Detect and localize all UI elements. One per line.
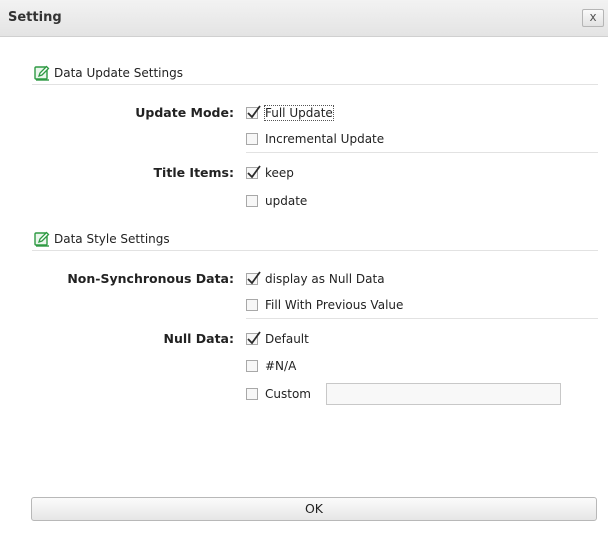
window-titlebar: Setting x	[0, 0, 608, 37]
row-divider	[246, 318, 598, 319]
section-title: Data Update Settings	[54, 66, 183, 80]
update-checkbox[interactable]: update	[246, 193, 307, 209]
default-checkbox[interactable]: Default	[246, 331, 309, 347]
checkbox-label: Full Update	[264, 105, 334, 121]
section-divider	[32, 84, 598, 85]
checkbox-label: Fill With Previous Value	[265, 298, 404, 312]
fill-with-previous-value-checkbox[interactable]: Fill With Previous Value	[246, 297, 403, 313]
checkbox-box[interactable]	[246, 299, 258, 311]
checkmark-icon	[247, 105, 261, 119]
checkbox-label: Custom	[265, 387, 311, 401]
keep-checkbox[interactable]: keep	[246, 165, 294, 181]
checkbox-box[interactable]	[246, 271, 261, 285]
checkbox-label: Default	[265, 332, 309, 346]
checkbox-box[interactable]	[246, 388, 258, 400]
section-title: Data Style Settings	[54, 232, 170, 246]
close-button[interactable]: x	[582, 9, 604, 27]
edit-icon	[34, 65, 50, 81]
checkmark-icon	[247, 271, 261, 285]
data-update-settings-heading: Data Update Settings	[54, 65, 183, 81]
non-synchronous-data-label: Non-Synchronous Data:	[67, 271, 234, 286]
close-icon: x	[589, 10, 597, 24]
row-divider	[246, 152, 598, 153]
window-title: Setting	[8, 10, 62, 25]
update-mode-label: Update Mode:	[135, 105, 234, 120]
checkbox-label: display as Null Data	[265, 272, 385, 286]
display-as-null-data-checkbox[interactable]: display as Null Data	[246, 271, 385, 287]
data-style-settings-heading: Data Style Settings	[54, 231, 170, 247]
custom-value-input[interactable]	[326, 383, 561, 405]
ok-button[interactable]: OK	[31, 497, 597, 521]
custom-checkbox[interactable]: Custom	[246, 386, 311, 402]
checkbox-label: Incremental Update	[265, 132, 385, 146]
checkbox-box[interactable]	[246, 105, 261, 119]
incremental-update-checkbox[interactable]: Incremental Update	[246, 131, 384, 147]
null-data-label: Null Data:	[163, 331, 234, 346]
checkbox-label: update	[265, 194, 308, 208]
full-update-checkbox[interactable]: Full Update	[246, 105, 334, 121]
checkbox-box[interactable]	[246, 165, 261, 179]
checkbox-box[interactable]	[246, 195, 258, 207]
na-checkbox[interactable]: #N/A	[246, 358, 296, 374]
checkbox-box[interactable]	[246, 360, 258, 372]
checkmark-icon	[247, 165, 261, 179]
title-items-label: Title Items:	[153, 165, 234, 180]
edit-icon	[34, 231, 50, 247]
checkmark-icon	[247, 331, 261, 345]
checkbox-label: keep	[265, 166, 294, 180]
checkbox-box[interactable]	[246, 133, 258, 145]
checkbox-box[interactable]	[246, 331, 261, 345]
section-divider	[32, 250, 598, 251]
checkbox-label: #N/A	[265, 359, 297, 373]
